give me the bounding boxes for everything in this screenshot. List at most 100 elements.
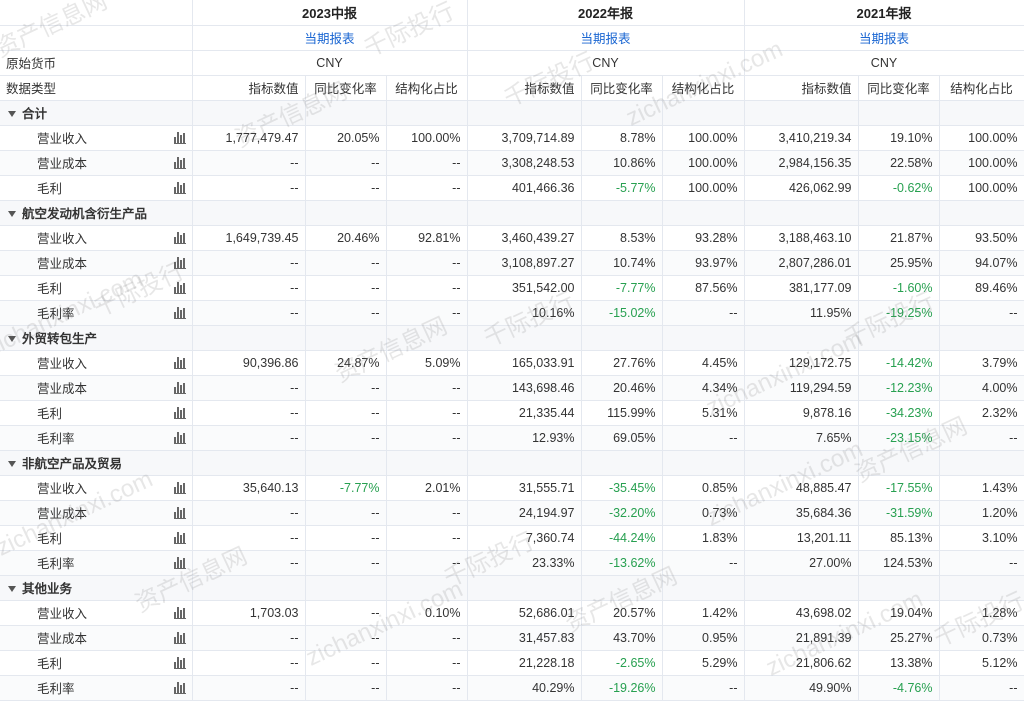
section-empty-cell <box>386 575 468 601</box>
section-row[interactable]: 合计 <box>0 100 1024 126</box>
row-label: 毛利率 <box>37 307 75 321</box>
share-cell: -- <box>386 400 468 426</box>
yoy-cell: -2.65% <box>581 650 663 676</box>
value-cell: 7,360.74 <box>467 525 582 551</box>
share-cell: 100.00% <box>939 150 1024 176</box>
share-cell: 100.00% <box>662 125 745 151</box>
bar-chart-icon[interactable] <box>173 157 186 169</box>
section-label[interactable]: 非航空产品及贸易 <box>0 450 193 476</box>
yoy-cell: 20.05% <box>305 125 387 151</box>
bar-chart-icon[interactable] <box>173 307 186 319</box>
value-cell: 35,640.13 <box>192 475 306 501</box>
collapse-caret-icon[interactable] <box>8 336 16 343</box>
bar-chart-icon[interactable] <box>173 657 186 669</box>
bar-chart-icon[interactable] <box>173 132 186 144</box>
bar-chart-icon[interactable] <box>173 357 186 369</box>
share-cell: -- <box>662 425 745 451</box>
share-cell: -- <box>939 425 1024 451</box>
yoy-cell: -- <box>305 300 387 326</box>
collapse-caret-icon[interactable] <box>8 586 16 593</box>
share-cell: 1.28% <box>939 600 1024 626</box>
share-cell: -- <box>386 650 468 676</box>
row-label: 营业成本 <box>37 257 88 271</box>
yoy-cell: -- <box>305 675 387 701</box>
share-cell: 100.00% <box>662 150 745 176</box>
bar-chart-icon[interactable] <box>173 407 186 419</box>
yoy-cell: -0.62% <box>858 175 940 201</box>
report-link-2022[interactable]: 当期报表 <box>467 25 745 51</box>
value-cell: 49.90% <box>744 675 859 701</box>
section-empty-cell <box>305 450 387 476</box>
share-cell: -- <box>386 425 468 451</box>
collapse-caret-icon[interactable] <box>8 111 16 118</box>
currency-label: 原始货币 <box>0 50 193 76</box>
bar-chart-icon[interactable] <box>173 507 186 519</box>
bar-chart-icon[interactable] <box>173 257 186 269</box>
share-cell: -- <box>939 675 1024 701</box>
bar-chart-icon[interactable] <box>173 232 186 244</box>
share-cell: 89.46% <box>939 275 1024 301</box>
value-cell: 24,194.97 <box>467 500 582 526</box>
section-row[interactable]: 外贸转包生产 <box>0 325 1024 351</box>
bar-chart-icon[interactable] <box>173 532 186 544</box>
yoy-cell: -- <box>305 525 387 551</box>
bar-chart-icon[interactable] <box>173 682 186 694</box>
table-row: 营业成本 -- -- -- 31,457.83 43.70% 0.95% 21,891.39 2… <box>0 625 1024 651</box>
yoy-cell: -4.76% <box>858 675 940 701</box>
value-cell: 381,177.09 <box>744 275 859 301</box>
section-label[interactable]: 合计 <box>0 100 193 126</box>
yoy-cell: 43.70% <box>581 625 663 651</box>
value-cell: -- <box>192 275 306 301</box>
value-cell: 21,335.44 <box>467 400 582 426</box>
row-label-cell: 毛利率 <box>0 425 193 451</box>
section-empty-cell <box>467 575 582 601</box>
table-row: 营业收入 90,396.86 24.87% 5.09% 165,033.91 27.76%… <box>0 350 1024 376</box>
value-cell: 2,984,156.35 <box>744 150 859 176</box>
value-cell: -- <box>192 300 306 326</box>
share-cell: 100.00% <box>386 125 468 151</box>
share-cell: 5.09% <box>386 350 468 376</box>
section-empty-cell <box>192 325 306 351</box>
bar-chart-icon[interactable] <box>173 557 186 569</box>
value-cell: 27.00% <box>744 550 859 576</box>
metric-share-header: 结构化占比 <box>662 75 745 101</box>
section-row[interactable]: 其他业务 <box>0 575 1024 601</box>
section-empty-cell <box>386 325 468 351</box>
value-cell: 9,878.16 <box>744 400 859 426</box>
section-label[interactable]: 外贸转包生产 <box>0 325 193 351</box>
table-row: 毛利 -- -- -- 21,228.18 -2.65% 5.29% 21,806.62 13.… <box>0 650 1024 676</box>
bar-chart-icon[interactable] <box>173 182 186 194</box>
share-cell: -- <box>662 300 745 326</box>
report-link-2023h1[interactable]: 当期报表 <box>192 25 468 51</box>
value-cell: -- <box>192 400 306 426</box>
report-link-2021[interactable]: 当期报表 <box>744 25 1024 51</box>
share-cell: 93.50% <box>939 225 1024 251</box>
table-row: 毛利 -- -- -- 351,542.00 -7.77% 87.56% 381,177.09… <box>0 275 1024 301</box>
bar-chart-icon[interactable] <box>173 482 186 494</box>
yoy-cell: -44.24% <box>581 525 663 551</box>
bar-chart-icon[interactable] <box>173 382 186 394</box>
section-row[interactable]: 非航空产品及贸易 <box>0 450 1024 476</box>
section-name: 外贸转包生产 <box>22 332 98 346</box>
bar-chart-icon[interactable] <box>173 282 186 294</box>
section-label[interactable]: 其他业务 <box>0 575 193 601</box>
row-label: 毛利率 <box>37 682 75 696</box>
yoy-cell: -7.77% <box>581 275 663 301</box>
value-cell: 23.33% <box>467 550 582 576</box>
empty-cell <box>0 25 193 51</box>
bar-chart-icon[interactable] <box>173 632 186 644</box>
value-cell: -- <box>192 425 306 451</box>
yoy-cell: -- <box>305 550 387 576</box>
section-row[interactable]: 航空发动机含衍生产品 <box>0 200 1024 226</box>
table-row: 营业收入 1,649,739.45 20.46% 92.81% 3,460,439.27… <box>0 225 1024 251</box>
share-cell: -- <box>386 625 468 651</box>
row-label-cell: 营业成本 <box>0 150 193 176</box>
yoy-cell: -23.15% <box>858 425 940 451</box>
collapse-caret-icon[interactable] <box>8 461 16 468</box>
share-cell: 92.81% <box>386 225 468 251</box>
bar-chart-icon[interactable] <box>173 607 186 619</box>
bar-chart-icon[interactable] <box>173 432 186 444</box>
section-empty-cell <box>386 450 468 476</box>
collapse-caret-icon[interactable] <box>8 211 16 218</box>
section-label[interactable]: 航空发动机含衍生产品 <box>0 200 193 226</box>
